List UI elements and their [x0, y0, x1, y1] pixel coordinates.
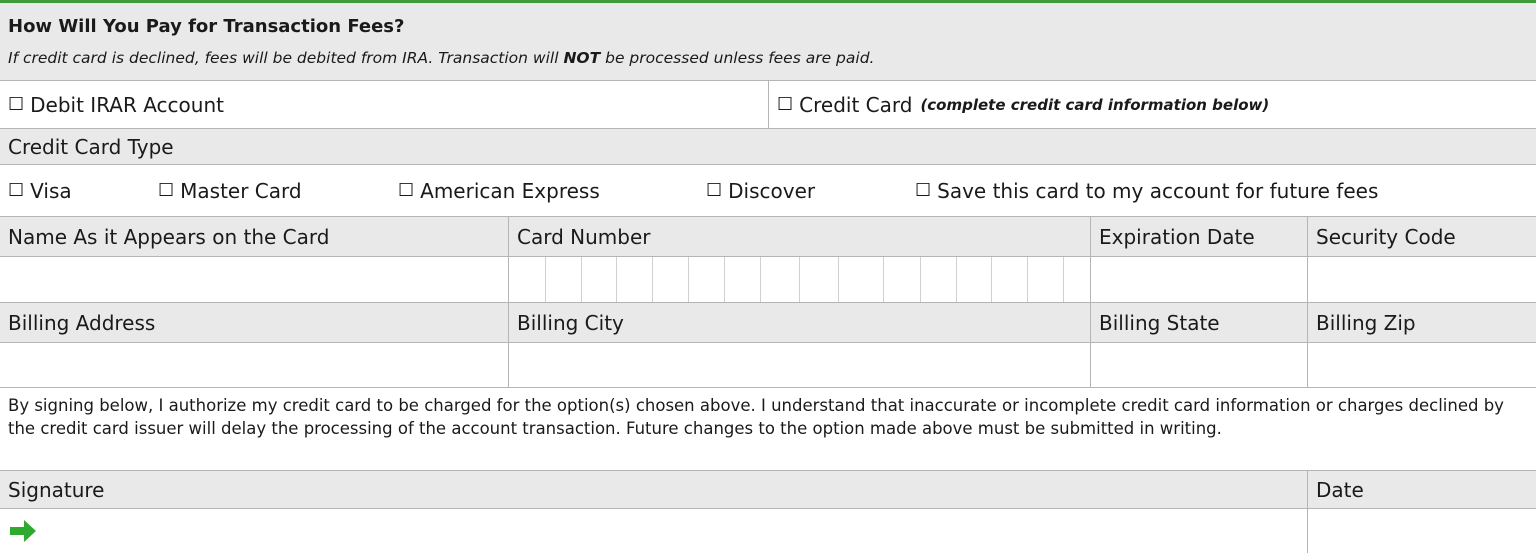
credit-label: Credit Card: [799, 92, 913, 117]
name-on-card-label: Name As it Appears on the Card: [8, 224, 330, 249]
checkbox-icon[interactable]: ☐: [398, 180, 414, 201]
note-text-bold: NOT: [563, 49, 601, 67]
expiration-date-label: Expiration Date: [1090, 217, 1307, 256]
billing-zip-label: Billing Zip: [1307, 303, 1536, 342]
signature-input[interactable]: [0, 509, 1307, 553]
card-digit-box[interactable]: [581, 257, 582, 302]
card-digit-box[interactable]: [1063, 257, 1064, 302]
transaction-fees-form: How Will You Pay for Transaction Fees? I…: [0, 0, 1536, 553]
checkbox-icon[interactable]: ☐: [915, 180, 931, 201]
date-label: Date: [1307, 471, 1536, 508]
billing-city-input[interactable]: [508, 343, 1090, 387]
amex-label: American Express: [420, 178, 600, 203]
billing-state-label: Billing State: [1090, 303, 1307, 342]
checkbox-icon[interactable]: ☐: [8, 180, 24, 201]
card-inputs-row: [0, 257, 1536, 303]
security-code-label: Security Code: [1307, 217, 1536, 256]
payment-options-row: ☐ Debit IRAR Account ☐ Credit Card (comp…: [0, 81, 1536, 129]
billing-labels-row: Billing Address Billing City Billing Sta…: [0, 303, 1536, 343]
card-number-input[interactable]: [508, 257, 1090, 302]
credit-note: (complete credit card information below): [920, 95, 1270, 114]
visa-label: Visa: [30, 178, 72, 203]
card-digit-box[interactable]: [920, 257, 921, 302]
section-note: If credit card is declined, fees will be…: [8, 49, 874, 67]
card-digit-box[interactable]: [991, 257, 992, 302]
debit-label: Debit IRAR Account: [30, 92, 224, 117]
card-digit-box[interactable]: [1027, 257, 1028, 302]
card-digit-box[interactable]: [652, 257, 653, 302]
card-digit-box[interactable]: [545, 257, 546, 302]
mastercard-option[interactable]: ☐ Master Card: [158, 165, 302, 216]
billing-address-input[interactable]: [0, 343, 508, 387]
authorization-row: By signing below, I authorize my credit …: [0, 388, 1536, 471]
discover-label: Discover: [728, 178, 816, 203]
card-digit-box[interactable]: [838, 257, 839, 302]
green-arrow-icon: [10, 520, 36, 542]
card-number-label: Card Number: [508, 217, 1090, 256]
save-card-label: Save this card to my account for future …: [937, 178, 1379, 203]
authorization-text: By signing below, I authorize my credit …: [8, 396, 1504, 438]
signature-labels-row: Signature Date: [0, 471, 1536, 509]
billing-state-input[interactable]: [1090, 343, 1307, 387]
save-card-option[interactable]: ☐ Save this card to my account for futur…: [915, 165, 1378, 216]
visa-option[interactable]: ☐ Visa: [8, 165, 72, 216]
checkbox-icon[interactable]: ☐: [777, 94, 793, 115]
discover-option[interactable]: ☐ Discover: [706, 165, 815, 216]
security-code-input[interactable]: [1307, 257, 1536, 302]
billing-address-label: Billing Address: [8, 310, 156, 335]
card-digit-box[interactable]: [688, 257, 689, 302]
credit-option[interactable]: ☐ Credit Card (complete credit card info…: [768, 81, 1536, 128]
billing-zip-input[interactable]: [1307, 343, 1536, 387]
name-on-card-input[interactable]: [0, 257, 508, 302]
card-digit-box[interactable]: [799, 257, 800, 302]
billing-city-label: Billing City: [508, 303, 1090, 342]
section-header: How Will You Pay for Transaction Fees? I…: [0, 3, 1536, 81]
checkbox-icon[interactable]: ☐: [8, 94, 24, 115]
mastercard-label: Master Card: [180, 178, 302, 203]
billing-inputs-row: [0, 343, 1536, 388]
date-input[interactable]: [1307, 509, 1536, 553]
card-type-heading: Credit Card Type: [8, 134, 174, 159]
expiration-date-input[interactable]: [1090, 257, 1307, 302]
card-type-heading-row: Credit Card Type: [0, 129, 1536, 165]
card-type-options-row: ☐ Visa ☐ Master Card ☐ American Express …: [0, 165, 1536, 217]
section-title: How Will You Pay for Transaction Fees?: [8, 16, 405, 37]
card-labels-row: Name As it Appears on the Card Card Numb…: [0, 217, 1536, 257]
card-digit-box[interactable]: [760, 257, 761, 302]
card-digit-box[interactable]: [724, 257, 725, 302]
card-digit-box[interactable]: [956, 257, 957, 302]
card-digit-box[interactable]: [616, 257, 617, 302]
card-digit-box[interactable]: [883, 257, 884, 302]
checkbox-icon[interactable]: ☐: [706, 180, 722, 201]
checkbox-icon[interactable]: ☐: [158, 180, 174, 201]
signature-label: Signature: [8, 477, 105, 502]
debit-option[interactable]: ☐ Debit IRAR Account: [0, 81, 768, 128]
signature-inputs-row: [0, 509, 1536, 553]
note-text-post: be processed unless fees are paid.: [600, 49, 875, 67]
amex-option[interactable]: ☐ American Express: [398, 165, 600, 216]
note-text-pre: If credit card is declined, fees will be…: [8, 49, 564, 67]
